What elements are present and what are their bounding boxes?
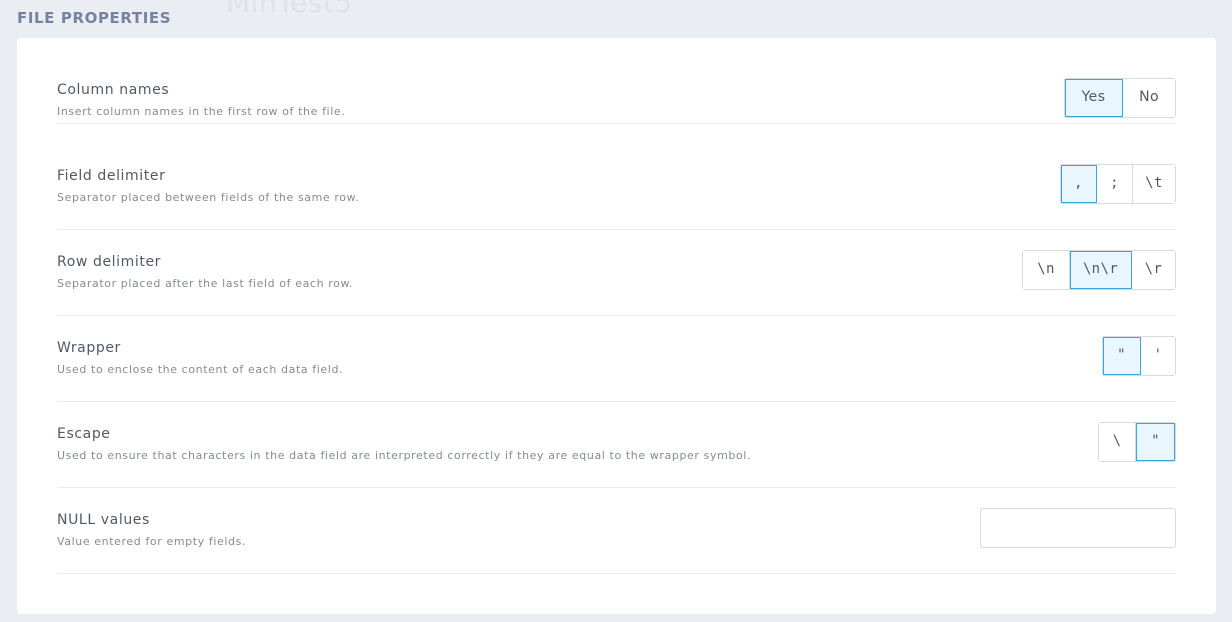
row-delimiter-newline-button[interactable]: \n — [1023, 251, 1070, 289]
escape-toggle: \ " — [1098, 422, 1176, 462]
escape-double-quote-button[interactable]: " — [1136, 423, 1175, 461]
field-delimiter-tab-button[interactable]: \t — [1133, 165, 1175, 203]
wrapper-double-quote-button[interactable]: " — [1103, 337, 1141, 375]
null-values-input[interactable] — [980, 508, 1176, 548]
wrapper-label: Wrapper — [57, 340, 121, 356]
field-delimiter-toggle: , ; \t — [1060, 164, 1176, 204]
wrapper-description: Used to enclose the content of each data… — [57, 363, 344, 376]
row-delimiter-return-button[interactable]: \r — [1132, 251, 1175, 289]
column-names-label: Column names — [57, 82, 170, 98]
column-names-toggle: Yes No — [1064, 78, 1176, 118]
field-delimiter-comma-button[interactable]: , — [1061, 165, 1097, 203]
null-values-label: NULL values — [57, 512, 150, 528]
row-delimiter-row: Row delimiter Separator placed after the… — [57, 230, 1176, 316]
escape-label: Escape — [57, 426, 111, 442]
background-page-title: MinTest5 — [226, 0, 353, 19]
wrapper-toggle: " ' — [1102, 336, 1176, 376]
wrapper-single-quote-button[interactable]: ' — [1141, 337, 1175, 375]
row-delimiter-description: Separator placed after the last field of… — [57, 277, 354, 290]
field-delimiter-row: Field delimiter Separator placed between… — [57, 144, 1176, 230]
field-delimiter-label: Field delimiter — [57, 168, 166, 184]
column-names-description: Insert column names in the first row of … — [57, 105, 346, 118]
field-delimiter-semicolon-button[interactable]: ; — [1097, 165, 1133, 203]
column-names-yes-button[interactable]: Yes — [1065, 79, 1123, 117]
file-properties-card: Column names Insert column names in the … — [17, 38, 1216, 614]
column-names-row: Column names Insert column names in the … — [57, 38, 1176, 124]
null-values-row: NULL values Value entered for empty fiel… — [57, 488, 1176, 574]
section-title: FILE PROPERTIES — [17, 9, 172, 27]
escape-backslash-button[interactable]: \ — [1099, 423, 1136, 461]
wrapper-row: Wrapper Used to enclose the content of e… — [57, 316, 1176, 402]
escape-description: Used to ensure that characters in the da… — [57, 449, 752, 462]
escape-row: Escape Used to ensure that characters in… — [57, 402, 1176, 488]
row-delimiter-newline-return-button[interactable]: \n\r — [1070, 251, 1132, 289]
column-names-no-button[interactable]: No — [1123, 79, 1175, 117]
row-delimiter-toggle: \n \n\r \r — [1022, 250, 1176, 290]
null-values-description: Value entered for empty fields. — [57, 535, 247, 548]
field-delimiter-description: Separator placed between fields of the s… — [57, 191, 360, 204]
row-delimiter-label: Row delimiter — [57, 254, 162, 270]
